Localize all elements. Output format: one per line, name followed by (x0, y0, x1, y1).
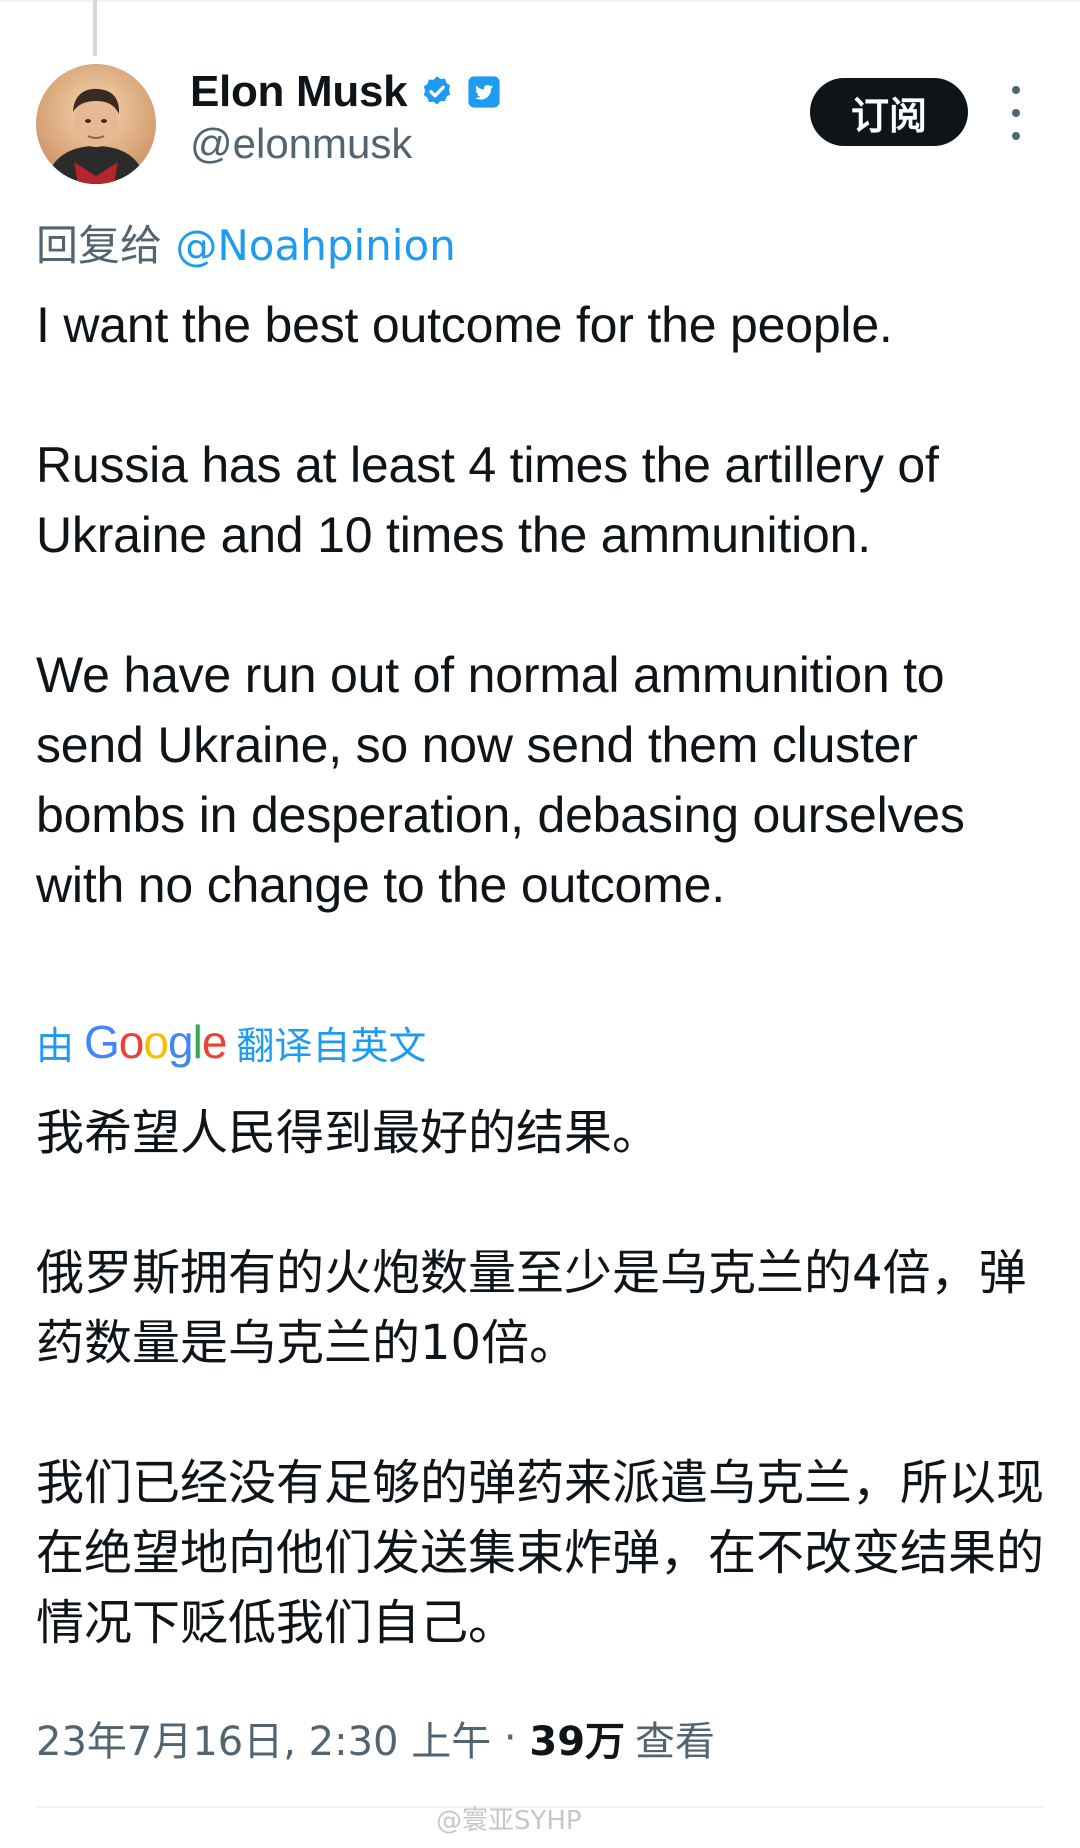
more-options-icon[interactable] (1004, 86, 1028, 140)
translation-attribution[interactable]: 由 Google 翻译自英文 (36, 1012, 426, 1072)
watermark: @寰亚SYHP (436, 1806, 582, 1836)
reply-mention-link[interactable]: @Noahpinion (175, 221, 455, 270)
reply-prefix: 回复给 (36, 221, 163, 270)
top-divider (0, 0, 1080, 2)
tweet-timestamp[interactable]: 23年7月16日, 2:30 上午 (36, 1709, 491, 1767)
profile-photo-icon (36, 64, 156, 184)
views-count: 39万 (529, 1719, 626, 1765)
avatar[interactable] (36, 64, 156, 184)
reply-context: 回复给 @Noahpinion (36, 212, 456, 273)
author-display-name[interactable]: Elon Musk (190, 67, 408, 117)
verified-badge-icon[interactable] (419, 74, 455, 110)
tweet-meta: 23年7月16日, 2:30 上午 · 39万 查看 (36, 1708, 715, 1768)
thread-connector-line (93, 0, 97, 56)
views-label: 查看 (635, 1719, 716, 1765)
author-handle[interactable]: @elonmusk (190, 120, 412, 168)
twitter-affiliate-badge-icon[interactable] (467, 75, 501, 109)
translated-tweet-body: 我希望人民得到最好的结果。 俄罗斯拥有的火炮数量至少是乌克兰的4倍，弹药数量是乌… (36, 1105, 1045, 1651)
translation-suffix: 翻译自英文 (236, 1023, 427, 1068)
subscribe-button[interactable]: 订阅 (810, 78, 968, 146)
tweet-body: I want the best outcome for the people. … (36, 297, 965, 913)
translation-prefix: 由 (36, 1023, 75, 1068)
google-logo-icon: Google (84, 1016, 227, 1068)
meta-separator: · (491, 1715, 530, 1761)
author-name-row: Elon Musk (190, 64, 501, 120)
